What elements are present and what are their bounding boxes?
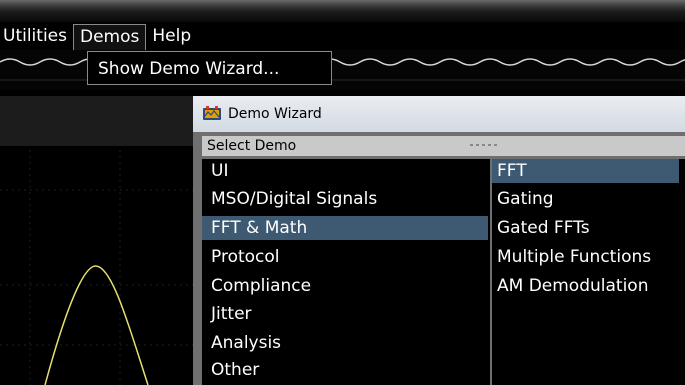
window-top-strip: [0, 0, 685, 22]
category-item-protocol[interactable]: Protocol: [202, 245, 490, 269]
demo-item-multiple-functions[interactable]: Multiple Functions: [492, 245, 685, 269]
waveform-trace: [44, 265, 149, 385]
category-item-compliance[interactable]: Compliance: [202, 274, 490, 298]
menu-demos[interactable]: Demos: [72, 24, 147, 50]
splitter-grip[interactable]: [470, 144, 500, 146]
demo-wizard-window: Demo Wizard Select Demo UI MSO/Digital S…: [193, 96, 685, 385]
menu-help[interactable]: Help: [146, 24, 197, 48]
menu-bar: Utilities Demos Help: [0, 22, 685, 50]
waveform-display: [0, 150, 200, 385]
scope-graticule: [0, 150, 200, 385]
category-item-jitter[interactable]: Jitter: [202, 302, 490, 326]
demo-item-am-demodulation[interactable]: AM Demodulation: [492, 274, 685, 298]
category-item-other[interactable]: Other: [202, 358, 490, 382]
category-item-fft-math[interactable]: FFT & Math: [202, 216, 488, 240]
scope-ribbon: [0, 96, 195, 146]
demo-item-gated-ffts[interactable]: Gated FFTs: [492, 216, 685, 240]
category-list: UI MSO/Digital Signals FFT & Math Protoc…: [202, 159, 490, 385]
wizard-title: Demo Wizard: [228, 106, 322, 122]
demo-item-gating[interactable]: Gating: [492, 187, 685, 211]
wizard-title-bar[interactable]: Demo Wizard: [193, 96, 685, 132]
category-item-mso-digital[interactable]: MSO/Digital Signals: [202, 187, 490, 211]
select-demo-label: Select Demo: [207, 138, 297, 154]
menu-utilities[interactable]: Utilities: [0, 24, 73, 48]
category-item-ui[interactable]: UI: [202, 159, 490, 183]
select-demo-header: Select Demo: [202, 136, 685, 156]
category-item-analysis[interactable]: Analysis: [202, 331, 490, 355]
show-demo-wizard-item[interactable]: Show Demo Wizard...: [98, 59, 279, 79]
demos-dropdown: Show Demo Wizard...: [87, 51, 332, 85]
demo-item-fft[interactable]: FFT: [492, 159, 679, 183]
demo-list: FFT Gating Gated FFTs Multiple Functions…: [492, 159, 685, 385]
wizard-app-icon: [202, 105, 222, 123]
